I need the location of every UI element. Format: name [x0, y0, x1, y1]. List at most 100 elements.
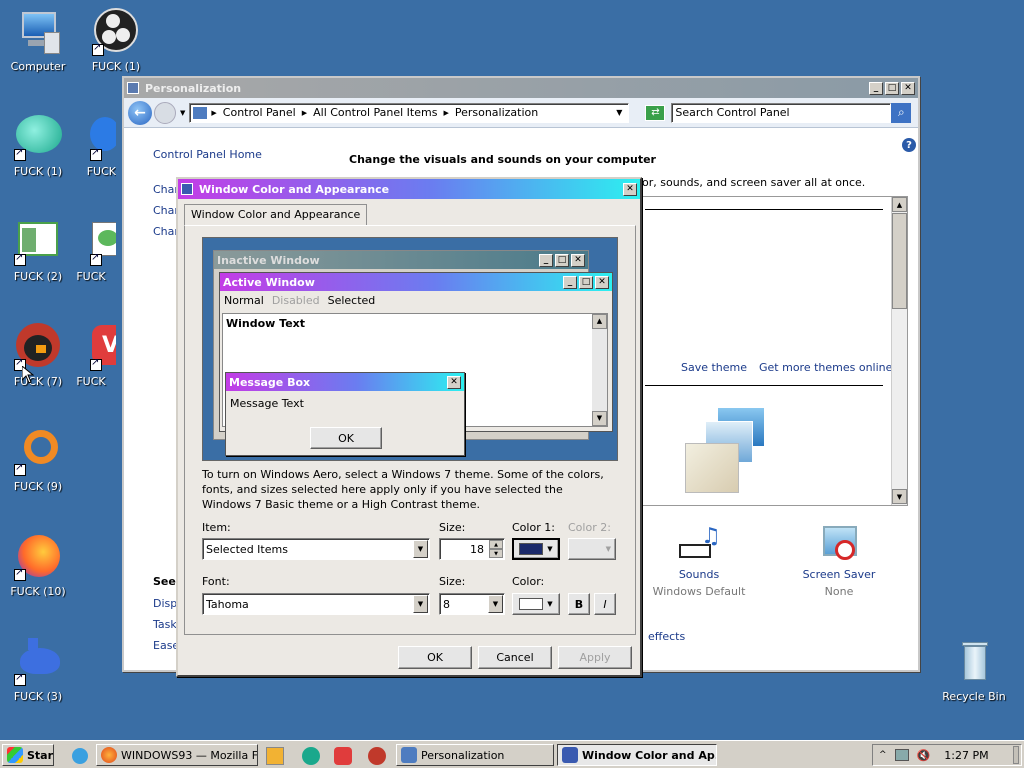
address-dropdown-icon[interactable]: ▼ [616, 108, 622, 117]
font-color-picker[interactable]: ▼ [512, 593, 560, 615]
desktop-icon-label: FUCK [76, 270, 106, 283]
tray-app-icon-2[interactable] [302, 747, 320, 765]
quicklaunch-ie-icon[interactable] [72, 748, 88, 764]
preview-menu-normal: Normal [224, 293, 264, 307]
task-personalization[interactable]: Personalization [396, 744, 554, 766]
screensaver-icon [819, 524, 859, 564]
help-icon[interactable]: ? [902, 138, 916, 152]
minimize-button[interactable]: _ [869, 81, 883, 95]
italic-button[interactable]: I [594, 593, 616, 615]
bold-button[interactable]: B [568, 593, 590, 615]
item-dropdown-icon[interactable]: ▼ [413, 540, 428, 558]
back-button[interactable]: ← [128, 100, 152, 125]
screensaver-value: None [824, 585, 854, 598]
cancel-button[interactable]: Cancel [478, 646, 552, 669]
tray-expand-icon[interactable]: ^ [879, 750, 887, 760]
desktop-icon-fuck-10[interactable]: FUCK (10) [0, 533, 76, 598]
tray-app-icon-1[interactable] [266, 747, 284, 765]
screensaver-item[interactable]: Screen Saver None [784, 524, 894, 598]
desktop-icon-fuck-7[interactable]: FUCK (7) [0, 323, 76, 388]
search-input[interactable]: Search Control Panel [671, 102, 892, 123]
vivaldi-task-icon[interactable] [334, 747, 352, 765]
font-size-dropdown-icon[interactable]: ▼ [488, 595, 503, 613]
dialog-close-button[interactable]: ✕ [623, 182, 637, 196]
size-stepper[interactable]: 18 ▲ ▼ [439, 538, 505, 560]
font-size-label: Size: [439, 575, 466, 588]
clock[interactable]: 1:27 PM [944, 749, 988, 762]
desktop-icon-label: Recycle Bin [942, 690, 1006, 703]
see-also-taskbar[interactable]: Task [153, 618, 177, 631]
search-icon[interactable]: ⌕ [891, 102, 912, 123]
mouse-cursor-icon [22, 366, 34, 384]
control-panel-home-link[interactable]: Control Panel Home [153, 148, 262, 161]
font-size-value: 8 [443, 597, 450, 611]
desktop-icon-recycle-bin[interactable]: Recycle Bin [936, 638, 1012, 703]
font-select[interactable]: Tahoma ▼ [202, 593, 430, 615]
close-button[interactable]: ✕ [901, 81, 915, 95]
history-dropdown-icon[interactable]: ▼ [180, 109, 185, 117]
stepper-up-icon[interactable]: ▲ [489, 540, 503, 549]
task-mozilla[interactable]: WINDOWS93 — Mozilla F... [96, 744, 258, 766]
sounds-item[interactable]: ♫ Sounds Windows Default [644, 524, 754, 598]
scroll-up-icon[interactable]: ▲ [892, 197, 907, 212]
bird-task-icon[interactable] [368, 747, 386, 765]
breadcrumb-control-panel[interactable]: Control Panel [223, 106, 296, 119]
color2-dropdown-icon: ▼ [605, 545, 611, 553]
task-label: WINDOWS93 — Mozilla F... [121, 748, 258, 762]
start-button[interactable]: Start [2, 744, 54, 766]
shortcut-arrow-icon [14, 672, 26, 686]
stepper-down-icon[interactable]: ▼ [489, 549, 503, 558]
shortcut-arrow-icon [14, 147, 26, 161]
desktop-icon-fuck-c[interactable]: V FUCK [66, 323, 116, 388]
breadcrumb-personalization[interactable]: Personalization [455, 106, 538, 119]
tab-window-color[interactable]: Window Color and Appearance [184, 204, 368, 226]
window-color-dialog: Window Color and Appearance ✕ Window Col… [176, 177, 642, 677]
more-themes-link[interactable]: Get more themes online [759, 361, 892, 374]
address-bar[interactable]: ▶ Control Panel ▶ All Control Panel Item… [189, 102, 630, 123]
font-dropdown-icon[interactable]: ▼ [413, 595, 428, 613]
color2-label: Color 2: [568, 521, 611, 534]
effects-link[interactable]: effects [648, 630, 685, 643]
personalization-icon [127, 82, 139, 94]
desktop-icon-label: FUCK [76, 375, 106, 388]
desktop-icon-fuck-a[interactable]: FUCK [66, 113, 116, 178]
item-label: Item: [202, 521, 231, 534]
font-color-label: Color: [512, 575, 545, 588]
maximize-button[interactable]: □ [885, 81, 899, 95]
theme-scrollbar[interactable]: ▲ ▼ [891, 197, 907, 505]
notepad-frog-icon [90, 218, 116, 266]
theme-thumbnail[interactable] [681, 407, 765, 493]
obs-icon [92, 8, 140, 56]
dialog-titlebar[interactable]: Window Color and Appearance ✕ [178, 179, 640, 199]
preview-msgbox-close-icon: ✕ [447, 375, 461, 389]
scroll-thumb[interactable] [892, 213, 907, 309]
desktop-icon-fuck-1b[interactable]: FUCK (1) [0, 113, 76, 178]
scroll-down-icon[interactable]: ▼ [892, 489, 907, 504]
forward-button[interactable] [154, 101, 176, 124]
desktop-icon-fuck-1[interactable]: FUCK (1) [78, 8, 154, 73]
volume-mute-icon[interactable]: 🔇 [917, 749, 931, 762]
breadcrumb-sep-icon: ▶ [211, 108, 217, 117]
desktop-icon-fuck-3[interactable]: FUCK (3) [0, 638, 76, 703]
color1-picker[interactable]: ▼ [512, 538, 560, 560]
search-placeholder: Search Control Panel [675, 106, 790, 119]
font-color-dropdown-icon: ▼ [547, 600, 553, 608]
color2-picker: ▼ [568, 538, 616, 560]
shortcut-arrow-icon [90, 147, 102, 161]
window-titlebar[interactable]: Personalization _ □ ✕ [124, 78, 918, 98]
item-select[interactable]: Selected Items ▼ [202, 538, 430, 560]
save-theme-link[interactable]: Save theme [681, 361, 747, 374]
network-icon[interactable] [894, 749, 909, 761]
desktop-icon-fuck-b[interactable]: FUCK [66, 218, 116, 283]
task-window-color[interactable]: Window Color and Ap... [557, 744, 717, 766]
refresh-button[interactable]: ⇄ [645, 104, 666, 121]
font-size-select[interactable]: 8 ▼ [439, 593, 505, 615]
window-color-task-icon [562, 747, 578, 763]
preview-close-icon: ✕ [595, 275, 609, 289]
desktop-icon-fuck-9[interactable]: FUCK (9) [0, 428, 76, 493]
desktop-icon-fuck-2[interactable]: FUCK (2) [0, 218, 76, 283]
show-desktop-button[interactable] [1013, 746, 1019, 764]
breadcrumb-all-items[interactable]: All Control Panel Items [313, 106, 437, 119]
ok-button[interactable]: OK [398, 646, 472, 669]
desktop-icon-computer[interactable]: Computer [0, 8, 76, 73]
